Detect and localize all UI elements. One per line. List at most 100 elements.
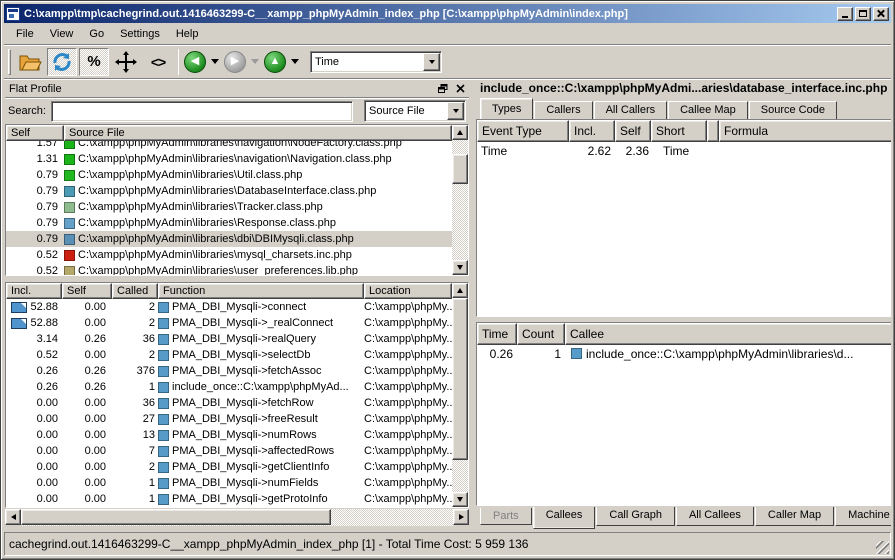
scroll-track[interactable] [452,140,468,260]
tab-call-graph[interactable]: Call Graph [596,507,675,526]
cycle-detection-button[interactable]: <> [143,48,173,76]
back-dropdown-arrow[interactable] [211,59,219,64]
tab-source-code[interactable]: Source Code [749,101,837,119]
tab-all-callees[interactable]: All Callees [676,507,754,526]
column-header-callee[interactable]: Callee [565,323,891,345]
table-row[interactable]: 0.260.261include_once::C:\xampp\phpMyAd.… [6,379,452,395]
menu-item-go[interactable]: Go [81,25,112,43]
toolbar-grip[interactable] [8,49,11,75]
maximize-button[interactable] [855,7,871,21]
column-header-called[interactable]: Called [112,283,158,299]
minimize-button[interactable] [837,7,853,21]
column-header-event-type[interactable]: Event Type [477,120,569,142]
column-header-function[interactable]: Function [158,283,364,299]
tab-machine[interactable]: Machine [835,507,891,526]
tab-callees[interactable]: Callees [533,507,596,529]
table-row[interactable]: 0.000.002PMA_DBI_Mysqli->getClientInfoC:… [6,459,452,475]
table-row[interactable]: 52.880.002PMA_DBI_Mysqli->connectC:\xamp… [6,299,452,315]
function-horizontal-scrollbar[interactable] [5,509,469,526]
title-bar: C:\xampp\tmp\cachegrind.out.1416463299-C… [4,4,891,23]
table-row[interactable]: 52.880.002PMA_DBI_Mysqli->_realConnectC:… [6,315,452,331]
back-button[interactable]: ◀ [184,51,206,73]
column-header-short[interactable]: Short [651,120,707,142]
up-button[interactable]: ▲ [264,51,286,73]
grouping-combobox-value: Source File [365,105,447,117]
event-type-combobox-dropdown-button[interactable] [423,53,440,71]
float-icon [438,84,448,93]
reload-button[interactable] [47,48,77,76]
table-row[interactable]: 0.79C:\xampp\phpMyAdmin\libraries\Util.c… [6,167,452,183]
menu-item-file[interactable]: File [8,25,42,43]
scroll-up-button[interactable] [452,125,468,140]
column-header-self[interactable]: Self [615,120,651,142]
column-header-source-file[interactable]: Source File [64,125,452,141]
source-file-vertical-scrollbar[interactable] [452,125,468,275]
table-row[interactable]: 3.140.2636PMA_DBI_Mysqli->realQueryC:\xa… [6,331,452,347]
column-header-incl[interactable]: Incl. [6,283,62,299]
scroll-up-button[interactable] [452,283,468,298]
up-dropdown-arrow[interactable] [291,59,299,64]
scroll-thumb[interactable] [21,509,331,525]
table-row[interactable]: 0.79C:\xampp\phpMyAdmin\libraries\Databa… [6,183,452,199]
table-row[interactable]: 0.52C:\xampp\phpMyAdmin\libraries\mysql_… [6,247,452,263]
table-row[interactable]: 0.000.001PMA_DBI_Mysqli->numFieldsC:\xam… [6,475,452,491]
scroll-left-button[interactable] [5,509,21,525]
scroll-thumb[interactable] [452,154,468,184]
table-row[interactable]: 0.261include_once::C:\xampp\phpMyAdmin\l… [477,345,891,362]
scroll-thumb[interactable] [452,298,468,460]
menu-item-view[interactable]: View [42,25,82,43]
table-row[interactable]: Time2.622.36Time [477,142,891,159]
column-header-self[interactable]: Self [62,283,112,299]
tab-callee-map[interactable]: Callee Map [668,101,748,119]
grouping-combobox[interactable]: Source File [364,100,466,122]
expand-all-areas-button[interactable] [111,48,141,76]
table-row[interactable]: 0.79C:\xampp\phpMyAdmin\libraries\Tracke… [6,199,452,215]
tab-callers[interactable]: Callers [534,101,592,119]
search-input[interactable] [51,101,353,122]
table-row[interactable]: 1.57C:\xampp\phpMyAdmin\libraries\naviga… [6,141,452,151]
toolbar: % <> ◀ ▶ ▲ Time [4,45,891,79]
scroll-right-button[interactable] [453,509,469,525]
column-header-time[interactable]: Time [477,323,517,345]
cell-incl: 0.00 [6,477,62,489]
table-row[interactable]: 0.000.0027PMA_DBI_Mysqli->freeResultC:\x… [6,411,452,427]
grouping-combobox-dropdown-button[interactable] [447,102,464,120]
table-row[interactable]: 0.79C:\xampp\phpMyAdmin\libraries\Respon… [6,215,452,231]
float-dock-button[interactable] [436,82,450,95]
table-row[interactable]: 0.520.002PMA_DBI_Mysqli->selectDbC:\xamp… [6,347,452,363]
event-type-combobox-value: Time [311,56,423,68]
scroll-down-button[interactable] [452,492,468,507]
open-file-button[interactable] [15,48,45,76]
tab-all-callers[interactable]: All Callers [594,101,668,119]
table-row[interactable]: 0.000.0013PMA_DBI_Mysqli->numRowsC:\xamp… [6,427,452,443]
table-row[interactable]: 1.31C:\xampp\phpMyAdmin\libraries\naviga… [6,151,452,167]
menu-item-help[interactable]: Help [168,25,207,43]
table-row[interactable]: 0.000.0036PMA_DBI_Mysqli->fetchRowC:\xam… [6,395,452,411]
scroll-track[interactable] [21,509,453,526]
tab-types[interactable]: Types [480,98,533,119]
resize-grip[interactable] [876,541,889,554]
scroll-track[interactable] [452,298,468,492]
table-row[interactable]: 0.260.26376PMA_DBI_Mysqli->fetchAssocC:\… [6,363,452,379]
event-type-combobox[interactable]: Time [310,51,442,73]
column-header-formula[interactable]: Formula [719,120,891,142]
scroll-down-button[interactable] [452,260,468,275]
column-header-self[interactable]: Self [6,125,64,141]
forward-button[interactable]: ▶ [224,51,246,73]
relative-percent-button[interactable]: % [79,48,109,76]
close-dock-button[interactable] [453,82,467,95]
tab-caller-map[interactable]: Caller Map [755,507,834,526]
table-row[interactable]: 0.79C:\xampp\phpMyAdmin\libraries\dbi\DB… [6,231,452,247]
table-row[interactable]: 0.000.007PMA_DBI_Mysqli->affectedRowsC:\… [6,443,452,459]
table-row[interactable]: 0.52C:\xampp\phpMyAdmin\libraries\user_p… [6,263,452,275]
column-header-incl[interactable]: Incl. [569,120,615,142]
menu-item-settings[interactable]: Settings [112,25,168,43]
cell-self: 0.00 [62,461,112,473]
column-header-count[interactable]: Count [517,323,565,345]
close-button[interactable] [873,7,889,21]
column-header-blank[interactable] [707,120,719,142]
cell-source-file: C:\xampp\phpMyAdmin\libraries\dbi\DBIMys… [78,233,452,245]
function-vertical-scrollbar[interactable] [452,283,468,507]
table-row[interactable]: 0.000.001PMA_DBI_Mysqli->getProtoInfoC:\… [6,491,452,507]
column-header-location[interactable]: Location [364,283,452,299]
